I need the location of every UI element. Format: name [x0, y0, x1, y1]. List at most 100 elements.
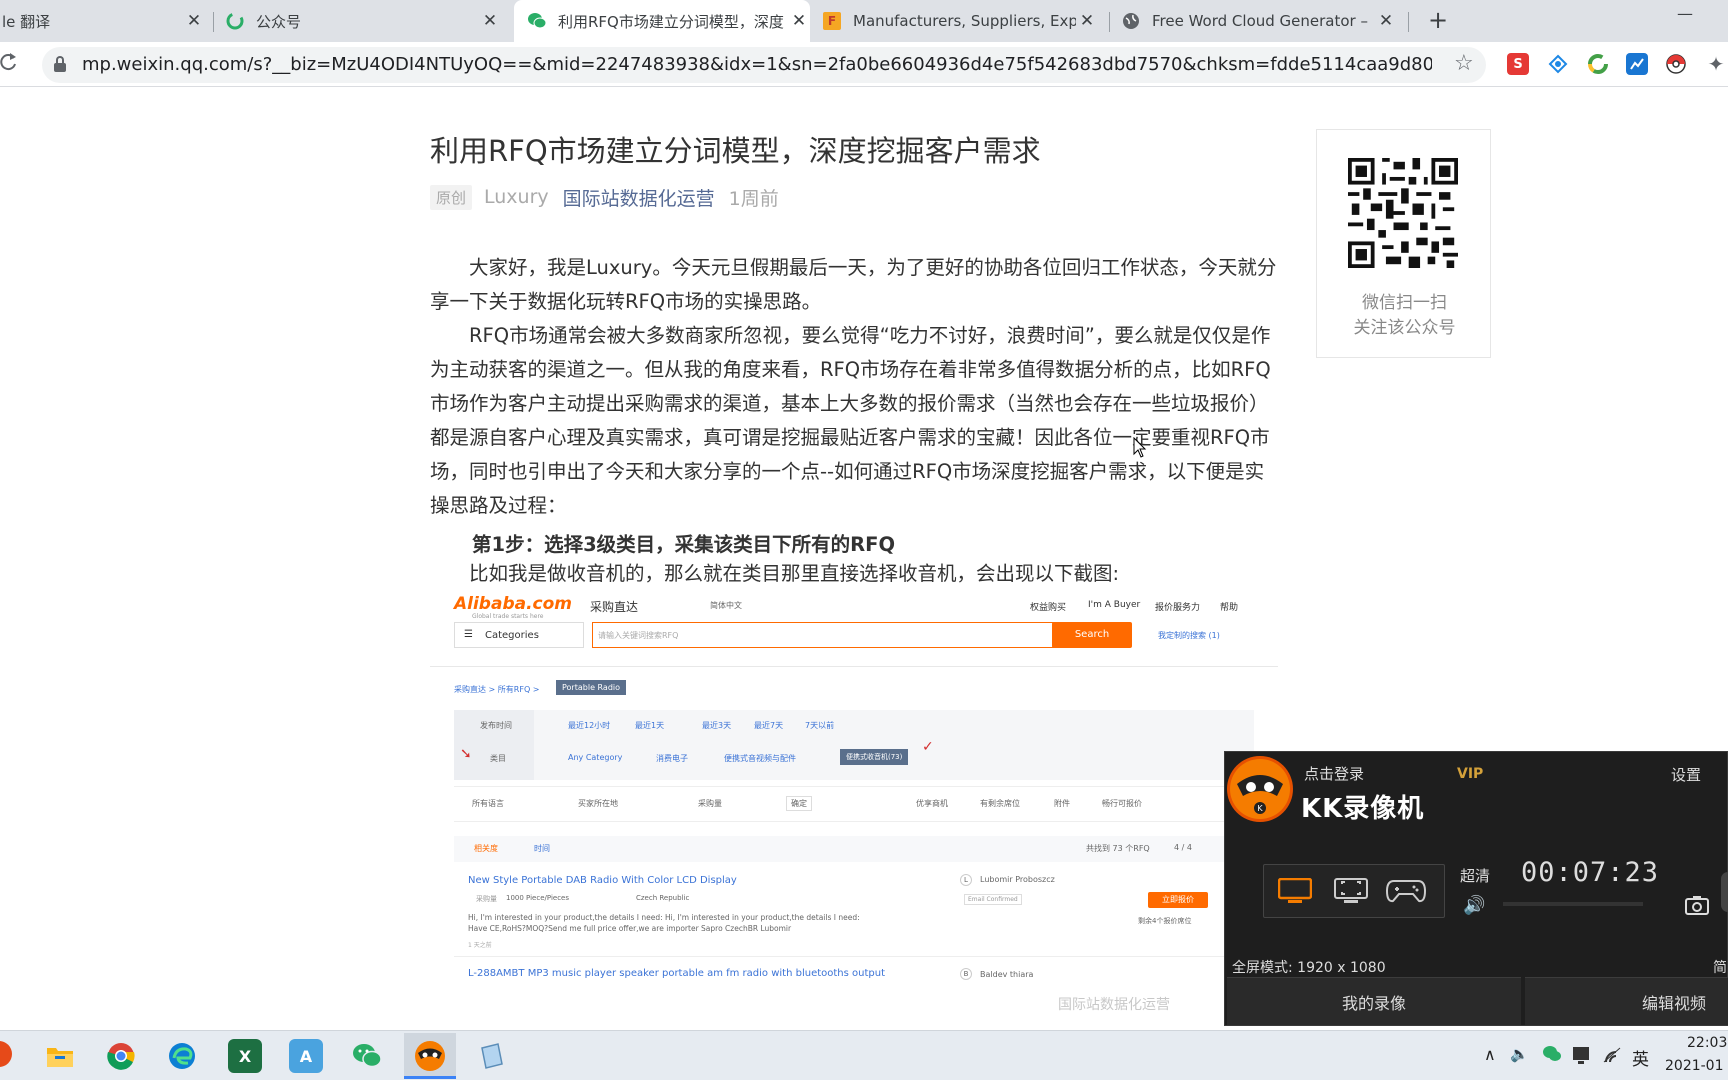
game-mode-icon[interactable]	[1385, 879, 1427, 907]
original-badge: 原创	[430, 184, 473, 210]
ime-indicator[interactable]: 英	[1632, 1045, 1649, 1070]
article-meta: 原创 Luxury 国际站数据化运营 1周前	[430, 183, 779, 211]
paragraph-rfq: RFQ市场通常会被大多数商家所忽视，要么觉得“吃力不讨好，浪费时间”，要么就是仅…	[430, 319, 1277, 523]
clock-date[interactable]: 2021-01	[1665, 1058, 1724, 1074]
close-icon[interactable]: ✕	[1375, 11, 1397, 31]
buyer-avatar: B	[960, 968, 972, 980]
camera-icon[interactable]	[1685, 895, 1709, 919]
filter-option: 有剩余席位	[980, 799, 1020, 808]
filter-option: 附件	[1054, 799, 1070, 808]
buyer-name: Baldev thiara	[980, 970, 1034, 979]
filter-option: 最近7天	[754, 721, 784, 730]
close-icon[interactable]: ✕	[183, 11, 205, 31]
filter-option: 所有语言	[472, 799, 504, 808]
edge-icon[interactable]	[165, 1039, 199, 1073]
start-app-icon[interactable]	[0, 1041, 12, 1067]
publish-time: 1周前	[728, 187, 779, 210]
nav-item: 权益购买	[1030, 603, 1067, 613]
red-arrow-icon: ➘	[460, 746, 472, 762]
battery-icon[interactable]	[1572, 1045, 1590, 1069]
wechat-tray-icon[interactable]	[1543, 1046, 1561, 1066]
alibaba-logo-sub: Global trade starts here	[472, 613, 544, 620]
close-icon[interactable]: ✕	[479, 11, 501, 31]
excel-icon[interactable]: X	[228, 1039, 262, 1073]
speaker-icon[interactable]: 🔈	[1510, 1045, 1529, 1063]
nav-item: 帮助	[1220, 603, 1239, 613]
paragraph-line: 为主动获客的渠道之一。但从我的角度来看，RFQ市场存在着非常多值得数据分析的点，…	[430, 358, 1271, 381]
svg-text:K: K	[1257, 804, 1263, 813]
mouse-cursor-icon	[1133, 437, 1147, 458]
screen-mode-text: 全屏模式: 1920 x 1080	[1232, 960, 1386, 976]
login-link[interactable]: 点击登录	[1304, 763, 1364, 784]
extension-icon-1[interactable]: S	[1507, 53, 1529, 75]
quality-label[interactable]: 超清	[1460, 865, 1490, 886]
breadcrumb: 采购直达 > 所有RFQ >	[454, 685, 540, 694]
close-icon[interactable]: ✕	[788, 11, 810, 31]
tab-title: 公众号	[256, 12, 302, 31]
quote-now-button: 立即报价	[1148, 892, 1208, 908]
tab-article[interactable]: 利用RFQ市场建立分词模型，深度 ✕	[514, 0, 810, 42]
edit-video-button[interactable]: 编辑视频	[1525, 977, 1728, 1025]
reload-icon[interactable]	[0, 50, 18, 78]
file-explorer-icon[interactable]	[43, 1039, 77, 1073]
kk-recorder-icon[interactable]	[413, 1039, 447, 1073]
extension-icon-2[interactable]	[1547, 53, 1569, 75]
close-icon[interactable]: ✕	[1076, 11, 1098, 31]
filter-option: 买家所在地	[578, 799, 618, 808]
tab-title: Manufacturers, Suppliers, Expo	[853, 12, 1076, 30]
fullscreen-mode-icon[interactable]	[1277, 877, 1313, 908]
paragraph-line: 享一下关于数据化玩转RFQ市场的实操思路。	[430, 290, 822, 313]
globe-icon	[1122, 12, 1140, 30]
chrome-icon[interactable]	[104, 1039, 138, 1073]
wifi-icon[interactable]	[1602, 1046, 1622, 1068]
volume-bar[interactable]	[1503, 902, 1643, 906]
recording-timer: 00:07:23	[1521, 857, 1660, 888]
tab-google-translate[interactable]: le 翻译 ✕	[0, 0, 205, 42]
buyer-avatar: L	[960, 874, 972, 886]
region-mode-icon[interactable]	[1334, 878, 1368, 908]
tab-alibaba[interactable]: F Manufacturers, Suppliers, Expo ✕	[823, 0, 1098, 42]
windows-taskbar: X A ∧ 🔈 英 22:03 2021-01	[0, 1030, 1728, 1080]
filter-option: 畅行可报价	[1102, 799, 1142, 808]
paragraph-intro: 大家好，我是Luxury。今天元旦假期最后一天，为了更好的协助各位回归工作状态，…	[430, 251, 1277, 319]
tab-word-cloud[interactable]: Free Word Cloud Generator – ✕	[1122, 0, 1397, 42]
clock-time[interactable]: 22:03	[1687, 1035, 1727, 1051]
tab-wechat-mp[interactable]: 公众号 ✕	[226, 0, 501, 42]
filter-option: 采购量	[698, 799, 722, 808]
wechat-icon[interactable]	[350, 1039, 384, 1073]
language-select: 简体中文	[710, 601, 742, 610]
lock-icon[interactable]	[54, 56, 66, 72]
filter-option: 优享商机	[916, 799, 948, 808]
extension-icon-4[interactable]	[1626, 53, 1648, 75]
kk-brand: KK录像机	[1301, 794, 1425, 824]
embedded-screenshot: Alibaba.com Global trade starts here 采购直…	[430, 590, 1278, 1028]
saved-search: 我定制的搜索 (1)	[1158, 631, 1220, 640]
xmind-icon[interactable]: A	[289, 1039, 323, 1073]
record-button-edge[interactable]	[1721, 872, 1728, 912]
paragraph-example: 比如我是做收音机的，那么就在类目那里直接选择收音机，会出现以下截图:	[430, 562, 1120, 585]
app-icon[interactable]	[475, 1039, 509, 1073]
categories-label: Categories	[485, 630, 539, 641]
address-bar[interactable]: mp.weixin.qq.com/s?__biz=MzU4ODI4NTUyOQ=…	[42, 47, 1486, 83]
my-recordings-button[interactable]: 我的录像	[1227, 977, 1521, 1025]
settings-link[interactable]: 设置	[1671, 764, 1701, 785]
new-tab-button[interactable]: +	[1424, 6, 1452, 34]
paragraph-line: 都是源自客户心理及真实需求，真可谓是挖掘最贴近客户需求的宝藏！因此各位一定要重视…	[430, 426, 1270, 449]
tray-expand-icon[interactable]: ∧	[1484, 1045, 1496, 1064]
url-text[interactable]: mp.weixin.qq.com/s?__biz=MzU4ODI4NTUyOQ=…	[82, 54, 1432, 75]
toolbar: mp.weixin.qq.com/s?__biz=MzU4ODI4NTUyOQ=…	[0, 42, 1728, 87]
vip-badge[interactable]: VIP	[1457, 766, 1483, 782]
rfq-search-placeholder: 请输入关键词搜索RFQ	[598, 631, 679, 640]
filter-category-label: 类目	[490, 754, 506, 763]
rfq-age: 1 天之前	[468, 942, 492, 949]
extension-icon-3[interactable]	[1587, 53, 1609, 75]
selected-category: 便携式收音机(73)	[840, 749, 909, 765]
puzzle-icon[interactable]: ✦	[1705, 52, 1727, 76]
nav-item: 报价服务力	[1155, 603, 1201, 613]
bookmark-star-icon[interactable]: ☆	[1454, 51, 1474, 76]
paragraph-line: RFQ市场通常会被大多数商家所忽视，要么觉得“吃力不讨好，浪费时间”，要么就是仅…	[430, 324, 1271, 347]
volume-icon[interactable]: 🔊	[1463, 895, 1485, 916]
account-link[interactable]: 国际站数据化运营	[563, 184, 715, 211]
minimize-icon[interactable]: —	[1670, 4, 1700, 23]
extension-icon-5[interactable]	[1665, 53, 1687, 75]
